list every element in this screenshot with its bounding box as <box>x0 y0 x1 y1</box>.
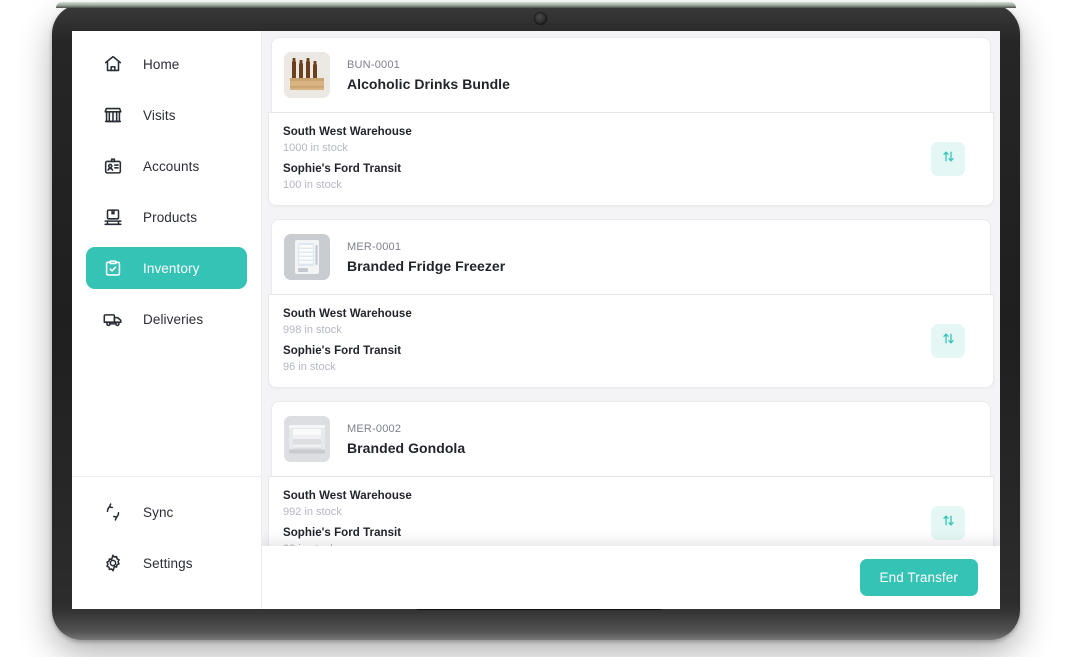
stock-quantity: 100 in stock <box>283 179 342 191</box>
sidebar: Home Visits Accounts Products Inventory … <box>72 31 262 609</box>
product-sku: BUN-0001 <box>347 58 400 71</box>
stock-location-name: South West Warehouse <box>283 126 412 138</box>
transfer-stock-button[interactable] <box>931 505 965 540</box>
sidebar-item-label: Visits <box>143 107 176 123</box>
package-pallet-icon <box>102 206 124 228</box>
product-card-header[interactable]: MER-0001 Branded Fridge Freezer <box>271 219 991 294</box>
sidebar-item-home[interactable]: Home <box>86 43 247 85</box>
stock-quantity: 1000 in stock <box>283 142 348 154</box>
product-card: MER-0001 Branded Fridge Freezer South We… <box>268 219 994 388</box>
device-top-edge-highlight <box>56 2 1016 8</box>
sidebar-item-visits[interactable]: Visits <box>86 94 247 136</box>
gondola-shelf-thumbnail <box>284 416 330 462</box>
stock-quantity: 992 in stock <box>283 506 342 518</box>
sidebar-item-sync[interactable]: Sync <box>86 491 247 533</box>
transfer-stock-button[interactable] <box>931 323 965 358</box>
sidebar-footer: Sync Settings <box>72 476 261 609</box>
gear-icon <box>102 552 124 574</box>
sidebar-item-label: Deliveries <box>143 311 204 327</box>
sidebar-item-inventory[interactable]: Inventory <box>86 247 247 289</box>
home-icon <box>102 53 124 75</box>
transfer-stock-button[interactable] <box>931 141 965 176</box>
product-name: Alcoholic Drinks Bundle <box>347 75 510 92</box>
stock-location-name: South West Warehouse <box>283 308 412 320</box>
sidebar-item-label: Settings <box>143 555 193 571</box>
stock-rows: South West Warehouse 998 in stock Sophie… <box>283 308 931 373</box>
sidebar-item-label: Sync <box>143 504 174 520</box>
inventory-content: BUN-0001 Alcoholic Drinks Bundle South W… <box>262 31 1000 609</box>
inventory-list[interactable]: BUN-0001 Alcoholic Drinks Bundle South W… <box>262 31 1000 609</box>
product-card-header[interactable]: BUN-0001 Alcoholic Drinks Bundle <box>271 37 991 112</box>
end-transfer-button[interactable]: End Transfer <box>859 559 978 596</box>
sync-icon <box>102 501 124 523</box>
camera-dot-icon <box>534 12 547 25</box>
stock-quantity: 998 in stock <box>283 324 342 336</box>
truck-icon <box>102 308 124 330</box>
sidebar-item-label: Inventory <box>143 260 200 276</box>
product-name: Branded Gondola <box>347 439 466 456</box>
sidebar-nav: Home Visits Accounts Products Inventory … <box>72 31 261 476</box>
storefront-icon <box>102 104 124 126</box>
product-sku: MER-0002 <box>347 422 402 435</box>
product-sku: MER-0001 <box>347 240 402 253</box>
stock-location-name: South West Warehouse <box>283 490 412 502</box>
stock-rows: South West Warehouse 1000 in stock Sophi… <box>283 126 931 191</box>
sidebar-item-deliveries[interactable]: Deliveries <box>86 298 247 340</box>
sidebar-item-products[interactable]: Products <box>86 196 247 238</box>
tablet-screen: Home Visits Accounts Products Inventory … <box>72 31 1000 609</box>
stock-location-name: Sophie's Ford Transit <box>283 163 402 175</box>
transfer-arrows-icon <box>940 330 957 352</box>
sidebar-item-settings[interactable]: Settings <box>86 542 247 584</box>
product-card-text: MER-0002 Branded Gondola <box>347 423 465 456</box>
transfer-arrows-icon <box>940 512 957 534</box>
id-badge-icon <box>102 155 124 177</box>
stock-location-name: Sophie's Ford Transit <box>283 527 402 539</box>
stock-quantity: 96 in stock <box>283 361 336 373</box>
sidebar-item-label: Products <box>143 209 198 225</box>
sidebar-item-accounts[interactable]: Accounts <box>86 145 247 187</box>
product-card-text: BUN-0001 Alcoholic Drinks Bundle <box>347 59 510 92</box>
product-stock-section: South West Warehouse 1000 in stock Sophi… <box>268 112 994 206</box>
product-card-text: MER-0001 Branded Fridge Freezer <box>347 241 505 274</box>
sidebar-item-label: Accounts <box>143 158 200 174</box>
product-card: BUN-0001 Alcoholic Drinks Bundle South W… <box>268 37 994 206</box>
sidebar-item-label: Home <box>143 56 180 72</box>
product-stock-section: South West Warehouse 998 in stock Sophie… <box>268 294 994 388</box>
product-card: MER-0002 Branded Gondola South West Ware… <box>268 401 994 570</box>
transfer-arrows-icon <box>940 148 957 170</box>
action-footer-bar: End Transfer <box>262 546 1000 609</box>
stock-location-name: Sophie's Ford Transit <box>283 345 402 357</box>
product-name: Branded Fridge Freezer <box>347 257 506 274</box>
product-card-header[interactable]: MER-0002 Branded Gondola <box>271 401 991 476</box>
clipboard-check-icon <box>102 257 124 279</box>
beer-crate-thumbnail <box>284 52 330 98</box>
fridge-freezer-thumbnail <box>284 234 330 280</box>
